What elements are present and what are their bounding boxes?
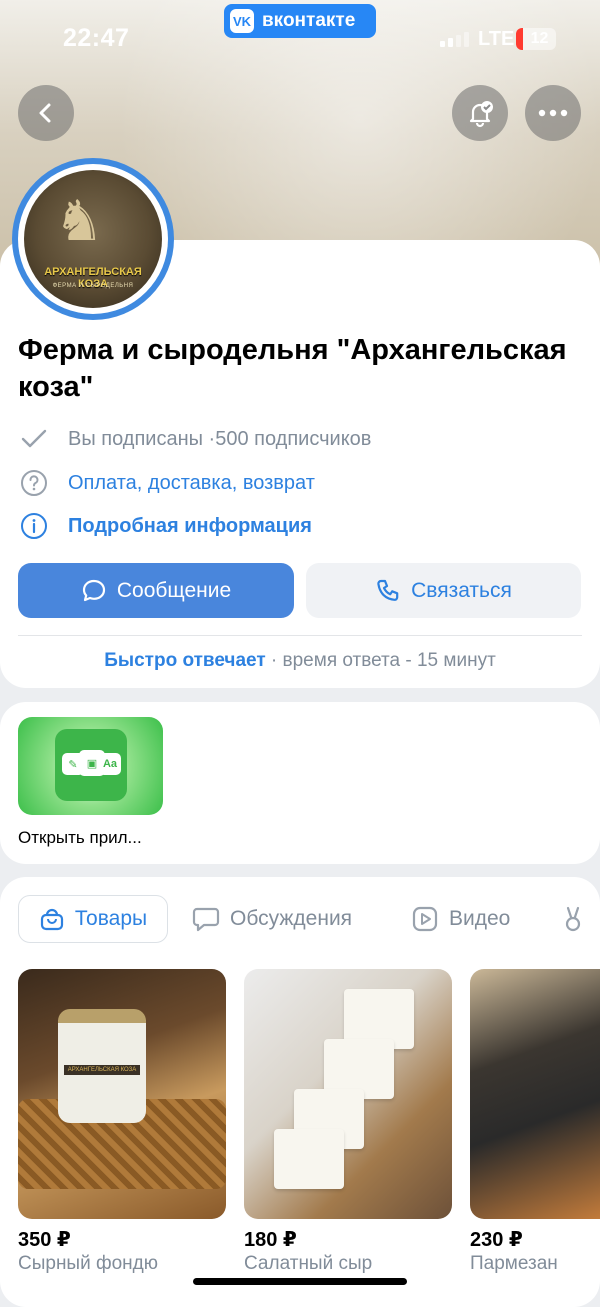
contact-button-label: Связаться: [411, 578, 512, 602]
jar-image: АРХАНГЕЛЬСКАЯ КОЗА: [58, 1009, 146, 1123]
app-tile[interactable]: ✎ ▣ Aa: [18, 717, 163, 815]
vk-pill-label: вконтакте: [262, 10, 356, 31]
product-price: 350 ₽: [18, 1229, 71, 1251]
chevron-left-icon: [39, 103, 51, 123]
network-type: LTE: [478, 28, 515, 50]
product-name[interactable]: Сырный фондю: [18, 1253, 158, 1275]
tab-discussions[interactable]: Обсуждения: [192, 895, 352, 943]
tab-clips[interactable]: [560, 895, 586, 943]
question-icon: [18, 468, 50, 498]
battery-icon: 12: [516, 28, 556, 50]
divider: [18, 635, 582, 636]
subscribed-status: Вы подписаны ·: [68, 427, 216, 450]
text-icon: Aa: [99, 753, 121, 775]
product-price: 180 ₽: [244, 1229, 297, 1251]
product-image-parmesan[interactable]: [470, 969, 600, 1219]
chat-icon: [192, 907, 220, 932]
payment-delivery-label: Оплата, доставка, возврат: [68, 471, 315, 494]
page-title: Ферма и сыродельня "Архангельская коза": [18, 334, 567, 403]
tab-goods[interactable]: Товары: [18, 895, 168, 943]
tab-video-label: Видео: [449, 907, 511, 930]
subscription-row[interactable]: Вы подписаны · 500 подписчиков: [18, 424, 371, 454]
details-label: Подробная информация: [68, 514, 312, 537]
video-icon: [412, 906, 438, 932]
tab-discussions-label: Обсуждения: [230, 907, 353, 930]
checkmark-icon: [18, 424, 50, 454]
goat-logo-icon: ♞: [54, 189, 105, 252]
phone-icon: [377, 579, 399, 601]
home-indicator[interactable]: [193, 1278, 407, 1285]
message-bubble-icon: [82, 579, 105, 601]
avatar[interactable]: ♞ АРХАНГЕЛЬСКАЯ КОЗА ФЕРМА И СЫРОДЕЛЬНЯ: [24, 170, 162, 308]
vk-logo-icon: VK: [230, 9, 254, 33]
info-icon: [18, 511, 50, 541]
product-image-fondue[interactable]: АРХАНГЕЛЬСКАЯ КОЗА: [18, 969, 226, 1219]
open-app-label[interactable]: Открыть прил...: [18, 828, 142, 848]
more-dots-icon: [538, 109, 568, 117]
message-button-label: Сообщение: [116, 578, 232, 602]
status-time: 22:47: [63, 24, 130, 52]
back-button[interactable]: [18, 85, 74, 141]
response-time: Быстро отвечает · время ответа - 15 мину…: [0, 650, 600, 672]
contact-button[interactable]: Связаться: [306, 563, 581, 618]
subscribers-count: 500 подписчиков: [215, 427, 372, 450]
signal-icon: [440, 32, 469, 47]
more-button[interactable]: [525, 85, 581, 141]
jar-label: АРХАНГЕЛЬСКАЯ КОЗА: [64, 1065, 140, 1075]
fast-reply-badge: Быстро отвечает: [104, 650, 266, 671]
product-name[interactable]: Салатный сыр: [244, 1253, 372, 1275]
bag-icon: [40, 908, 63, 931]
product-price: 230 ₽: [470, 1229, 523, 1251]
battery-level: 12: [530, 30, 549, 47]
tab-video[interactable]: Видео: [411, 895, 510, 943]
notifications-button[interactable]: [452, 85, 508, 141]
product-name[interactable]: Пармезан: [470, 1253, 558, 1275]
details-link[interactable]: Подробная информация: [18, 511, 312, 541]
clips-icon: [565, 906, 581, 932]
reply-time-text: · время ответа - 15 минут: [265, 650, 496, 671]
tab-goods-label: Товары: [74, 907, 148, 930]
message-button[interactable]: Сообщение: [18, 563, 294, 618]
product-image-salad-cheese[interactable]: [244, 969, 452, 1219]
payment-delivery-link[interactable]: Оплата, доставка, возврат: [18, 468, 315, 498]
bell-check-icon: [469, 101, 493, 128]
avatar-sub-text: ФЕРМА И СЫРОДЕЛЬНЯ: [52, 283, 134, 289]
vk-app-pill[interactable]: VK вконтакте: [224, 4, 376, 38]
